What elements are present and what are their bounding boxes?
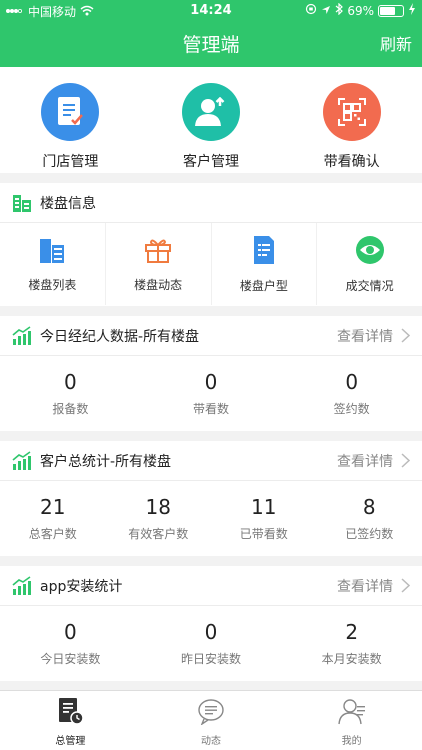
bluetooth-icon — [335, 2, 344, 18]
tab-mine[interactable]: 我的 — [281, 691, 422, 750]
management-icon — [56, 697, 85, 729]
stat-label: 今日安装数 — [40, 652, 101, 666]
battery-percent: 69% — [347, 3, 374, 18]
stat-label: 总客户数 — [28, 527, 77, 541]
location-icon — [321, 4, 331, 18]
chevron-right-icon — [401, 453, 410, 468]
app-install-more-link[interactable]: 查看详情 — [337, 576, 410, 596]
app-install-title: app安装统计 — [40, 578, 123, 595]
user-add-icon — [182, 83, 240, 141]
building-news-button[interactable]: 楼盘动态 — [106, 223, 212, 305]
stat-value: 8 — [362, 495, 376, 519]
contract-count-stat: 0 签约数 — [281, 356, 422, 431]
store-management-button[interactable]: 门店管理 — [0, 67, 141, 173]
viewed-count-stat: 11 已带看数 — [211, 481, 317, 556]
floor-plan-label: 楼盘户型 — [239, 278, 288, 293]
stat-label: 签约数 — [333, 402, 370, 416]
agent-today-more-link[interactable]: 查看详情 — [337, 326, 410, 346]
building-info-icon — [12, 193, 32, 213]
page-title: 管理端 — [182, 34, 240, 56]
deal-status-button[interactable]: 成交情况 — [317, 223, 422, 305]
orientation-lock-icon — [305, 3, 317, 18]
buildings-icon — [38, 236, 66, 268]
quick-actions: 门店管理 客户管理 带看确认 — [0, 67, 422, 173]
document-list-icon — [41, 83, 100, 141]
agent-today-header[interactable]: 今日经纪人数据-所有楼盘 查看详情 — [0, 316, 422, 356]
chevron-right-icon — [401, 328, 410, 343]
stat-value: 11 — [251, 495, 277, 519]
customer-management-label: 客户管理 — [183, 154, 239, 170]
stat-value: 2 — [345, 620, 359, 644]
yesterday-installs-stat: 0 昨日安装数 — [141, 606, 282, 681]
building-info-title: 楼盘信息 — [40, 195, 96, 212]
agent-today-title: 今日经纪人数据-所有楼盘 — [40, 328, 200, 345]
floor-plan-button[interactable]: 楼盘户型 — [212, 223, 318, 305]
chart-up-icon — [12, 325, 32, 346]
viewing-confirm-button[interactable]: 带看确认 — [281, 67, 422, 173]
app-header: 中国移动 14:24 69% 管理端 刷新 — [0, 0, 422, 67]
view-details-text: 查看详情 — [337, 328, 393, 345]
viewing-count-stat: 0 带看数 — [141, 356, 282, 431]
gift-icon — [144, 236, 172, 268]
stat-value: 0 — [345, 370, 359, 394]
qr-scan-icon — [322, 83, 381, 141]
bottom-tab-bar: 总管理 动态 我的 — [0, 690, 422, 750]
month-installs-stat: 2 本月安装数 — [281, 606, 422, 681]
customer-total-header[interactable]: 客户总统计-所有楼盘 查看详情 — [0, 441, 422, 481]
app-install-section: app安装统计 查看详情 0 今日安装数 0 昨日安装数 2 本月安装数 — [0, 566, 422, 681]
viewing-confirm-label: 带看确认 — [323, 154, 380, 170]
view-details-text: 查看详情 — [337, 578, 393, 595]
stat-label: 昨日安装数 — [181, 652, 242, 666]
signed-count-stat: 8 已签约数 — [317, 481, 422, 556]
total-customers-stat: 21 总客户数 — [0, 481, 106, 556]
tab-news-label: 动态 — [201, 736, 221, 747]
stat-value: 0 — [204, 370, 218, 394]
valid-customers-stat: 18 有效客户数 — [106, 481, 212, 556]
floorplan-doc-icon — [251, 235, 277, 269]
stat-value: 0 — [63, 370, 77, 394]
view-details-text: 查看详情 — [337, 453, 393, 470]
building-info-section: 楼盘信息 楼盘列表 楼盘动态 楼盘户型 成交情况 — [0, 183, 422, 306]
tab-mine-label: 我的 — [341, 736, 362, 747]
store-management-label: 门店管理 — [42, 154, 99, 170]
stat-value: 18 — [145, 495, 171, 519]
customer-total-section: 客户总统计-所有楼盘 查看详情 21 总客户数 18 有效客户数 11 已带看数 8 已… — [0, 441, 422, 556]
app-install-header[interactable]: app安装统计 查看详情 — [0, 566, 422, 606]
message-icon — [197, 697, 225, 729]
customer-management-button[interactable]: 客户管理 — [141, 67, 282, 173]
agent-today-section: 今日经纪人数据-所有楼盘 查看详情 0 报备数 0 带看数 0 签约数 — [0, 316, 422, 431]
stat-value: 21 — [40, 495, 66, 519]
chart-up-icon — [12, 450, 32, 471]
today-installs-stat: 0 今日安装数 — [0, 606, 141, 681]
stat-label: 带看数 — [193, 402, 230, 416]
building-list-button[interactable]: 楼盘列表 — [0, 223, 106, 305]
report-count-stat: 0 报备数 — [0, 356, 141, 431]
stat-label: 有效客户数 — [128, 527, 189, 541]
tab-news[interactable]: 动态 — [141, 691, 282, 750]
chart-up-icon — [12, 575, 32, 596]
chevron-right-icon — [401, 578, 410, 593]
stat-value: 0 — [204, 620, 218, 644]
charging-icon — [408, 3, 416, 18]
building-list-label: 楼盘列表 — [28, 277, 77, 292]
stat-label: 已签约数 — [345, 527, 394, 541]
tab-management-label: 总管理 — [55, 736, 86, 747]
eye-icon — [355, 235, 385, 269]
stat-value: 0 — [63, 620, 77, 644]
building-news-label: 楼盘动态 — [134, 277, 183, 292]
customer-total-title: 客户总统计-所有楼盘 — [40, 453, 172, 470]
refresh-button[interactable]: 刷新 — [380, 30, 412, 60]
deal-status-label: 成交情况 — [345, 278, 394, 293]
stat-label: 报备数 — [52, 402, 89, 416]
building-info-header: 楼盘信息 — [0, 183, 422, 223]
customer-total-more-link[interactable]: 查看详情 — [337, 451, 410, 471]
stat-label: 已带看数 — [239, 527, 288, 541]
profile-icon — [337, 697, 366, 729]
status-bar: 中国移动 14:24 69% — [0, 2, 422, 21]
tab-management[interactable]: 总管理 — [0, 691, 141, 750]
stat-label: 本月安装数 — [321, 652, 382, 666]
battery-icon — [378, 4, 404, 17]
